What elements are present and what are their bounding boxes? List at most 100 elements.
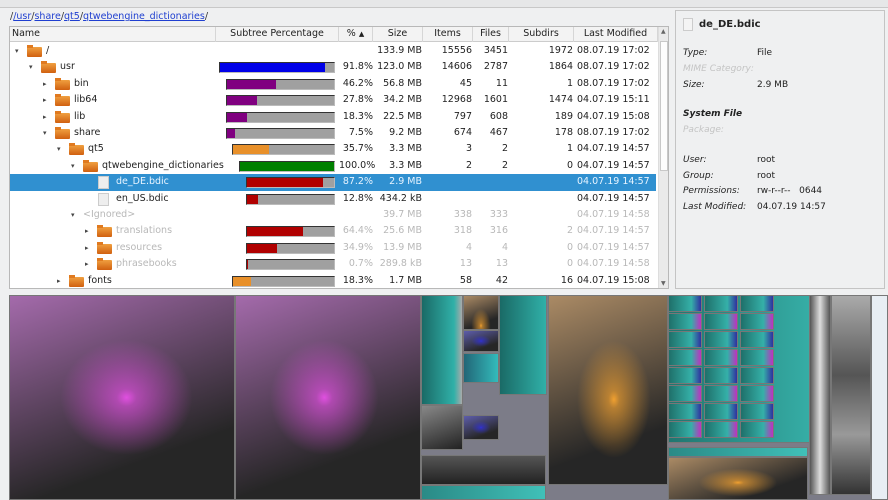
scroll-up-icon[interactable]: ▲	[661, 28, 666, 35]
treemap-tile[interactable]	[668, 313, 702, 330]
treemap-tile[interactable]	[740, 403, 774, 420]
tree-row[interactable]: ▸ resources 34.9% 13.9 MB 4 4 0 04.07.19 14:57	[10, 240, 656, 256]
expand-arrow-open-icon[interactable]: ▾	[57, 141, 61, 157]
treemap-tile[interactable]	[704, 313, 738, 330]
treemap-tile[interactable]	[421, 485, 546, 500]
treemap-tile[interactable]	[463, 295, 499, 330]
treemap-tile[interactable]	[668, 295, 702, 312]
row-pct: 0.7%	[348, 258, 373, 270]
expand-arrow-open-icon[interactable]: ▾	[15, 43, 19, 59]
breadcrumb-qt5[interactable]: qt5	[64, 11, 80, 22]
row-subdirs: 1474	[548, 94, 573, 106]
column-subtree-percentage[interactable]: Subtree Percentage	[216, 27, 339, 42]
treemap-tile[interactable]	[704, 421, 738, 438]
treemap-tile[interactable]	[463, 353, 499, 383]
treemap-tile[interactable]	[740, 385, 774, 402]
expand-arrow-closed-icon[interactable]: ▸	[43, 76, 47, 92]
treemap-tile[interactable]	[831, 295, 871, 495]
tree-row[interactable]: ▾ qtwebengine_dictionaries 100.0% 3.3 MB 2 2 0…	[10, 158, 656, 174]
treemap-tile[interactable]	[704, 367, 738, 384]
treemap-tile[interactable]	[668, 349, 702, 366]
column-size[interactable]: Size	[373, 27, 423, 42]
column-subdirs[interactable]: Subdirs	[509, 27, 574, 42]
row-subdirs: 189	[554, 110, 573, 122]
subtree-percentage-fill	[227, 96, 257, 106]
treemap-tile[interactable]	[809, 295, 831, 495]
treemap-tile[interactable]	[740, 349, 774, 366]
treemap-tile[interactable]	[668, 367, 702, 384]
breadcrumb-qtwebengine-dictionaries[interactable]: qtwebengine_dictionaries	[83, 11, 205, 22]
scrollbar-thumb[interactable]	[660, 41, 668, 171]
treemap-tile[interactable]	[704, 385, 738, 402]
treemap-tile[interactable]	[704, 349, 738, 366]
treemap-tile[interactable]	[704, 403, 738, 420]
treemap-tile[interactable]	[463, 330, 499, 352]
treemap-tile[interactable]	[740, 421, 774, 438]
tree-row[interactable]: ▾ share 7.5% 9.2 MB 674 467 178 08.07.19 17:02	[10, 125, 656, 141]
tree-row[interactable]: ▸ bin 46.2% 56.8 MB 45 11 1 08.07.19 17:02	[10, 76, 656, 92]
breadcrumb-usr[interactable]: /usr	[13, 11, 31, 22]
column-last-modified[interactable]: Last Modified	[574, 27, 658, 42]
treemap[interactable]	[9, 295, 888, 500]
row-subdirs: 0	[566, 258, 573, 270]
treemap-tile[interactable]	[668, 331, 702, 348]
row-subdirs: 1	[566, 143, 573, 155]
tree-row[interactable]: ▾ qt5 35.7% 3.3 MB 3 2 1 04.07.19 14:57	[10, 141, 656, 157]
treemap-tile[interactable]	[421, 405, 463, 450]
expand-arrow-open-icon[interactable]: ▾	[71, 158, 75, 174]
treemap-tile[interactable]	[668, 447, 808, 457]
row-files: 42	[495, 274, 508, 286]
expand-arrow-open-icon[interactable]: ▾	[43, 125, 47, 141]
tree-row[interactable]: en_US.bdic 12.8% 434.2 kB 04.07.19 14:57	[10, 191, 656, 207]
treemap-tile[interactable]	[9, 295, 235, 500]
system-file-label: System File	[683, 109, 743, 119]
treemap-tile[interactable]	[871, 295, 888, 500]
column-percent[interactable]: % ▲	[339, 27, 373, 42]
tree-row[interactable]: ▸ lib64 27.8% 34.2 MB 12968 1601 1474 04.07.19 …	[10, 92, 656, 108]
expand-arrow-closed-icon[interactable]: ▸	[85, 256, 89, 272]
column-files[interactable]: Files	[473, 27, 509, 42]
treemap-tile[interactable]	[740, 313, 774, 330]
tree-row[interactable]: ▸ lib 18.3% 22.5 MB 797 608 189 04.07.19 15:08	[10, 109, 656, 125]
tree-scrollbar[interactable]: ▲ ▼	[658, 27, 668, 288]
subtree-percentage-bar	[226, 78, 335, 90]
expand-arrow-closed-icon[interactable]: ▸	[85, 223, 89, 239]
expand-arrow-closed-icon[interactable]: ▸	[43, 109, 47, 125]
row-size: 3.3 MB	[389, 159, 422, 171]
treemap-tile[interactable]	[704, 295, 738, 312]
directory-tree[interactable]: Name Subtree Percentage % ▲ Size Items F…	[9, 26, 669, 289]
treemap-tile[interactable]	[668, 403, 702, 420]
tree-row[interactable]: ▾ / 133.9 MB 15556 3451 1972 08.07.19 17:02	[10, 43, 656, 59]
treemap-tile[interactable]	[499, 295, 547, 395]
treemap-tile[interactable]	[421, 295, 463, 405]
tree-row[interactable]: ▸ translations 64.4% 25.6 MB 318 316 2 04.07.19…	[10, 223, 656, 239]
breadcrumb-share[interactable]: share	[34, 11, 60, 22]
expand-arrow-closed-icon[interactable]: ▸	[85, 240, 89, 256]
expand-arrow-closed-icon[interactable]: ▸	[43, 92, 47, 108]
expand-arrow-closed-icon[interactable]: ▸	[57, 273, 61, 288]
tree-row[interactable]: de_DE.bdic 87.2% 2.9 MB 04.07.19 14:57	[10, 174, 656, 191]
treemap-tile[interactable]	[421, 455, 546, 485]
tree-row[interactable]: ▸ phrasebooks 0.7% 289.8 kB 13 13 0 04.07.19 14…	[10, 256, 656, 272]
row-name: en_US.bdic	[116, 192, 169, 204]
row-name: share	[74, 127, 101, 138]
treemap-tile[interactable]	[704, 331, 738, 348]
treemap-tile[interactable]	[740, 367, 774, 384]
treemap-tile[interactable]	[463, 415, 499, 440]
treemap-tile[interactable]	[668, 385, 702, 402]
treemap-tile[interactable]	[740, 331, 774, 348]
treemap-tile[interactable]	[548, 295, 668, 485]
treemap-tile[interactable]	[668, 457, 808, 500]
expand-arrow-open-icon[interactable]: ▾	[71, 207, 75, 223]
scroll-down-icon[interactable]: ▼	[661, 280, 666, 287]
tree-row[interactable]: ▸ fonts 18.3% 1.7 MB 58 42 16 04.07.19 15:08	[10, 273, 656, 288]
treemap-tile[interactable]	[235, 295, 421, 500]
column-name[interactable]: Name	[10, 27, 216, 42]
expand-arrow-open-icon[interactable]: ▾	[29, 59, 33, 75]
tree-row[interactable]: ▾ <Ignored> 39.7 MB 338 333 04.07.19 14:58	[10, 207, 656, 223]
treemap-tile[interactable]	[740, 295, 774, 312]
column-items[interactable]: Items	[423, 27, 473, 42]
tree-row[interactable]: ▾ usr 91.8% 123.0 MB 14606 2787 1864 08.07.19 1…	[10, 59, 656, 75]
treemap-tile[interactable]	[668, 421, 702, 438]
user-value: root	[757, 155, 776, 165]
